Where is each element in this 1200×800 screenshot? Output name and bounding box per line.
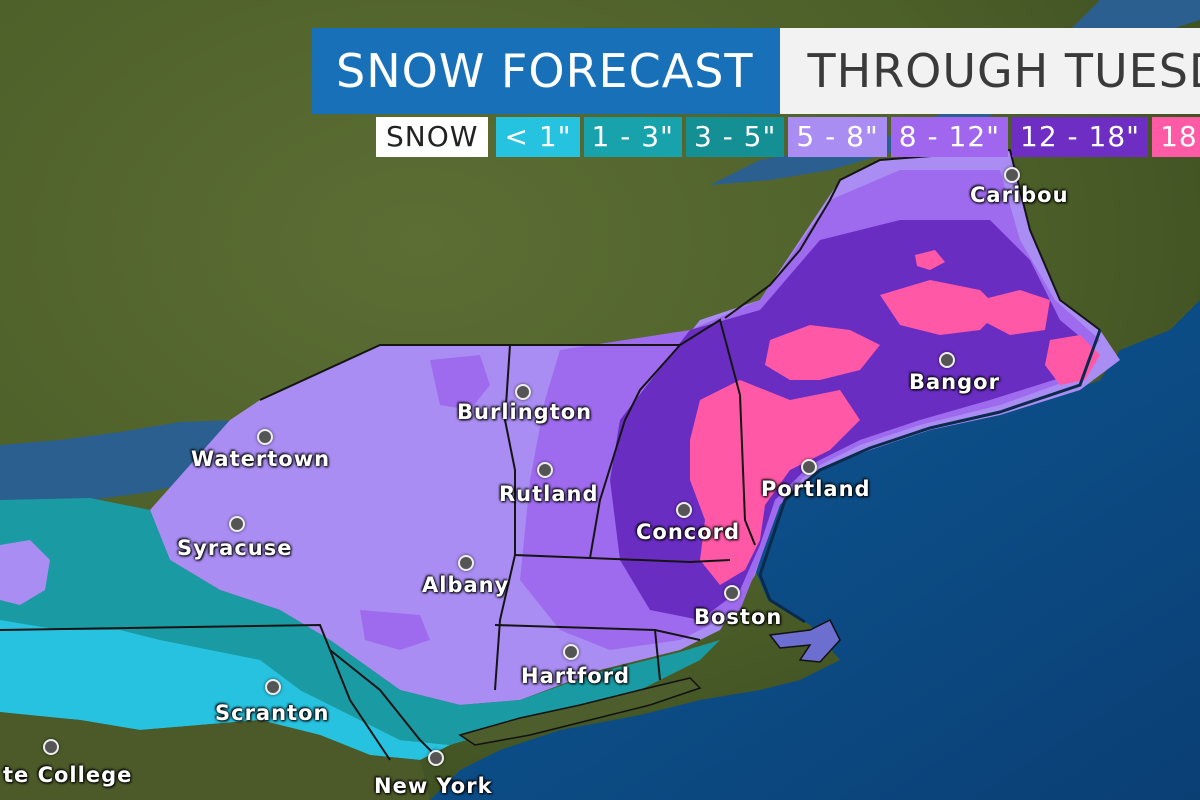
title-sub: THROUGH TUESDAY	[779, 28, 1200, 114]
title-bar: SNOW FORECAST THROUGH TUESDAY	[312, 28, 1200, 114]
city-dot-icon	[265, 679, 281, 695]
snow-legend: SNOW < 1" 1 - 3" 3 - 5" 5 - 8" 8 - 12" 1…	[376, 117, 1200, 157]
weather-map-graphic: SNOW FORECAST THROUGH TUESDAY SNOW < 1" …	[0, 0, 1200, 800]
city-label: New York	[374, 774, 493, 798]
city-dot-icon	[676, 502, 692, 518]
legend-title: SNOW	[376, 117, 489, 157]
city-label: Hartford	[521, 664, 631, 688]
city-dot-icon	[257, 429, 273, 445]
city-dot-icon	[939, 352, 955, 368]
city-label: Portland	[761, 477, 871, 501]
city-dot-icon	[724, 585, 740, 601]
city-label: Concord	[636, 520, 741, 544]
legend-item-8-12: 8 - 12"	[890, 117, 1009, 157]
city-label: Syracuse	[177, 536, 293, 560]
city-dot-icon	[428, 750, 444, 766]
city-dot-icon	[229, 516, 245, 532]
city-label: Watertown	[191, 447, 331, 471]
city-dot-icon	[515, 384, 531, 400]
city-dot-icon	[563, 644, 579, 660]
title-main: SNOW FORECAST	[312, 28, 780, 114]
legend-item-5-8: 5 - 8"	[788, 117, 887, 157]
city-label: Caribou	[970, 183, 1069, 207]
city-label: Burlington	[457, 400, 593, 424]
city-label: Scranton	[215, 701, 330, 725]
city-label: te College	[3, 763, 133, 787]
legend-item-3-5: 3 - 5"	[685, 117, 785, 157]
city-dot-icon	[43, 739, 59, 755]
city-label: Albany	[422, 573, 510, 597]
city-dot-icon	[801, 459, 817, 475]
city-label: Rutland	[499, 482, 599, 506]
city-label: Boston	[694, 605, 783, 629]
city-dot-icon	[1004, 167, 1020, 183]
city-dot-icon	[458, 555, 474, 571]
legend-item-18-24: 18 - 24"	[1152, 117, 1200, 157]
city-dot-icon	[537, 462, 553, 478]
legend-item-1-3: 1 - 3"	[583, 117, 682, 157]
legend-item-lt1: < 1"	[496, 117, 580, 157]
legend-item-12-18: 12 - 18"	[1012, 117, 1149, 157]
city-label: Bangor	[909, 370, 1000, 394]
